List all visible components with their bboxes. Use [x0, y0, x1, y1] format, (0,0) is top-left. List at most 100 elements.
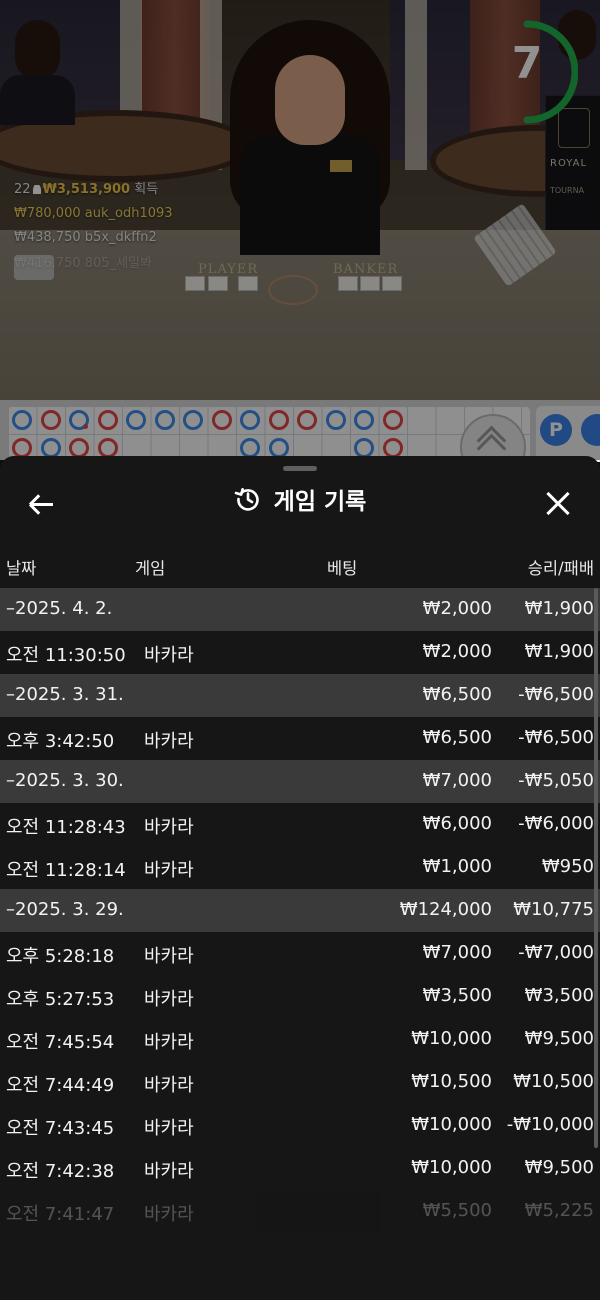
- record-time: 오전 7:41:47: [6, 1204, 115, 1225]
- table-crest: [268, 275, 318, 305]
- history-icon: [234, 487, 259, 511]
- result-amount: ₩3,500: [524, 985, 594, 1006]
- column-header-game: 게임: [135, 559, 166, 578]
- bet-amount: ₩10,000: [411, 1028, 492, 1049]
- player-bead: [240, 438, 260, 458]
- bet-amount: ₩6,000: [422, 813, 492, 834]
- game-name: 바카라: [144, 1161, 194, 1182]
- pillar: [405, 0, 427, 170]
- game-record-row: 오전 7:45:54 바카라 ₩10,000 ₩9,500: [0, 1018, 600, 1061]
- countdown-timer: 7: [498, 20, 579, 126]
- game-name: 바카라: [144, 860, 194, 881]
- result-amount: ₩950: [541, 856, 594, 877]
- result-amount: -₩6,500: [518, 727, 594, 748]
- result-amount: -₩10,000: [506, 1114, 594, 1135]
- game-name: 바카라: [144, 1204, 194, 1225]
- column-header-row: 날짜 게임 베팅 승리/패배: [0, 552, 600, 588]
- player-predict-chip[interactable]: P: [540, 414, 572, 446]
- record-time: 오후 3:42:50: [6, 731, 115, 752]
- bet-amount: ₩2,000: [422, 641, 492, 662]
- player-bead: [126, 410, 146, 430]
- game-name: 바카라: [144, 946, 194, 967]
- bead-road: [8, 406, 530, 460]
- result-amount: ₩10,775: [513, 899, 594, 920]
- result-amount: ₩1,900: [524, 641, 594, 662]
- date-group-row[interactable]: –2025. 4. 2. ₩2,000 ₩1,900: [0, 588, 600, 631]
- playing-card: [338, 276, 358, 291]
- date-group-row[interactable]: –2025. 3. 29. ₩124,000 ₩10,775: [0, 889, 600, 932]
- playing-card: [382, 276, 402, 291]
- result-amount: ₩10,500: [513, 1071, 594, 1092]
- game-history-sheet: 게임 기록 날짜 게임 베팅 승리/패배 –2025. 4. 2. ₩2,000 ₩…: [0, 456, 600, 1300]
- winner-row: ₩416,750 805_세밀봐: [14, 252, 152, 271]
- record-time: 오전 7:43:45: [6, 1118, 115, 1139]
- banker-bead: [97, 438, 118, 458]
- record-time: 오전 7:42:38: [6, 1161, 115, 1182]
- banker-bead: [382, 410, 403, 430]
- player-bead: [325, 410, 346, 430]
- date-label: –2025. 3. 29.: [6, 899, 124, 920]
- game-record-row: 오후 5:27:53 바카라 ₩3,500 ₩3,500: [0, 975, 600, 1018]
- game-record-row: 오전 7:44:49 바카라 ₩10,500 ₩10,500: [0, 1061, 600, 1104]
- date-label: –2025. 3. 30.: [6, 770, 124, 791]
- playing-card: [208, 276, 228, 291]
- banker-bead: [97, 410, 118, 430]
- game-record-row: 오전 11:28:14 바카라 ₩1,000 ₩950: [0, 846, 600, 889]
- bet-amount: ₩5,500: [422, 1200, 492, 1221]
- game-name: 바카라: [144, 731, 194, 752]
- dealer: [215, 20, 405, 255]
- sheet-title: 게임 기록: [273, 489, 367, 515]
- person-icon: [32, 185, 41, 194]
- bet-amount: ₩1,000: [422, 856, 492, 877]
- game-name: 바카라: [144, 1032, 194, 1053]
- date-group-row[interactable]: –2025. 3. 31. ₩6,500 -₩6,500: [0, 674, 600, 717]
- banker-bead: [69, 438, 89, 458]
- game-record-row: 오전 7:42:38 바카라 ₩10,000 ₩9,500: [0, 1147, 600, 1190]
- result-amount: -₩7,000: [518, 942, 594, 963]
- winner-row: ₩780,000 auk_odh1093: [14, 206, 173, 221]
- column-header-date: 날짜: [6, 559, 37, 578]
- result-amount: ₩9,500: [524, 1028, 594, 1049]
- playing-card: [360, 276, 380, 291]
- history-list: –2025. 4. 2. ₩2,000 ₩1,900 오전 11:30:50 바카라 ₩2…: [0, 588, 600, 1233]
- royal-sign-sub: TOURNA: [550, 186, 585, 195]
- winner-user: auk_odh1093: [84, 206, 173, 221]
- banker-bead: [40, 410, 61, 430]
- record-time: 오전 7:45:54: [6, 1032, 115, 1053]
- game-name: 바카라: [144, 989, 194, 1010]
- result-amount: ₩1,900: [524, 598, 594, 619]
- result-amount: ₩9,500: [524, 1157, 594, 1178]
- bet-amount: ₩10,000: [411, 1157, 492, 1178]
- record-time: 오전 11:28:43: [6, 817, 126, 838]
- date-group-row[interactable]: –2025. 3. 30. ₩7,000 -₩5,050: [0, 760, 600, 803]
- bet-amount: ₩3,500: [422, 985, 492, 1006]
- bet-amount: ₩7,000: [422, 770, 492, 791]
- banker-bead: [268, 410, 289, 430]
- winner-row: ₩438,750 b5x_dkffn2: [14, 230, 157, 245]
- round-player-count: 22: [14, 182, 31, 197]
- game-name: 바카라: [144, 1118, 194, 1139]
- winner-amount: ₩780,000: [14, 206, 81, 221]
- player-bead: [354, 438, 374, 458]
- scrollbar[interactable]: [594, 588, 598, 1148]
- live-video-feed: ROYAL TOURNA PLAYER BANKER 22 ₩3,513,900 …: [0, 0, 600, 400]
- bet-amount: ₩10,500: [411, 1071, 492, 1092]
- result-amount: -₩5,050: [518, 770, 594, 791]
- banker-bead: [297, 410, 317, 430]
- banker-bead: [382, 438, 403, 458]
- game-name: 바카라: [144, 1075, 194, 1096]
- bet-amount: ₩6,500: [422, 684, 492, 705]
- bet-amount: ₩6,500: [422, 727, 492, 748]
- player-table-label: PLAYER: [198, 262, 259, 277]
- player-bead: [183, 410, 203, 430]
- close-button[interactable]: [540, 486, 576, 522]
- royal-sign-brand: ROYAL: [550, 158, 588, 169]
- game-record-row: 오후 3:42:50 바카라 ₩6,500 -₩6,500: [0, 717, 600, 760]
- column-header-result: 승리/패배: [527, 559, 594, 578]
- player-bead: [354, 410, 374, 430]
- column-header-bet: 베팅: [327, 559, 358, 578]
- drag-handle[interactable]: [283, 466, 317, 471]
- round-total-suffix: 획득: [134, 182, 159, 197]
- background-dealer-left: [0, 20, 75, 125]
- game-name: 바카라: [144, 645, 194, 666]
